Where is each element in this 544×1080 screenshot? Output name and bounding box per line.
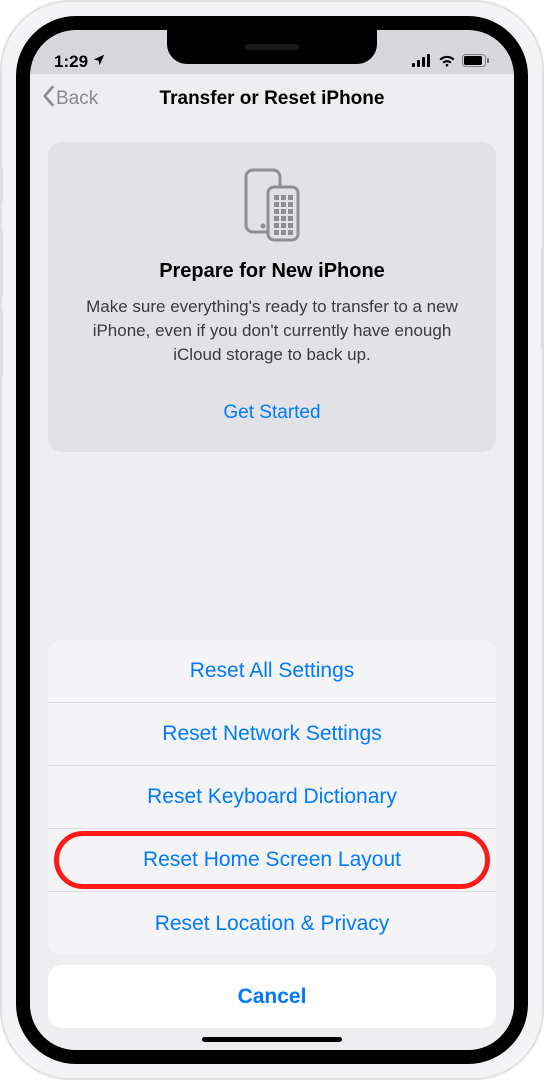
home-indicator[interactable] bbox=[202, 1037, 342, 1042]
status-time: 1:29 bbox=[54, 52, 88, 72]
chevron-left-icon bbox=[40, 85, 56, 113]
sheet-item-label: Reset Network Settings bbox=[162, 722, 381, 746]
sheet-item-label: Reset Location & Privacy bbox=[155, 912, 390, 936]
reset-keyboard-dictionary-item[interactable]: Reset Keyboard Dictionary bbox=[48, 766, 496, 829]
location-arrow-icon bbox=[92, 52, 106, 72]
navigation-bar: Back Transfer or Reset iPhone bbox=[30, 74, 514, 124]
volume-up-button bbox=[0, 230, 3, 296]
reset-network-settings-item[interactable]: Reset Network Settings bbox=[48, 703, 496, 766]
card-title: Prepare for New iPhone bbox=[68, 260, 476, 283]
sheet-item-label: Reset Keyboard Dictionary bbox=[147, 785, 397, 809]
devices-icon bbox=[68, 168, 476, 242]
sheet-item-label: Reset Home Screen Layout bbox=[143, 848, 401, 872]
silence-switch bbox=[0, 168, 3, 202]
action-sheet: Reset All Settings Reset Network Setting… bbox=[48, 640, 496, 1028]
iphone-frame: 1:29 bbox=[0, 0, 544, 1080]
back-label: Back bbox=[56, 88, 98, 110]
prepare-card: Prepare for New iPhone Make sure everyth… bbox=[48, 142, 496, 452]
cancel-button[interactable]: Cancel bbox=[48, 965, 496, 1028]
battery-icon bbox=[462, 52, 490, 72]
wifi-icon bbox=[438, 52, 456, 72]
back-button[interactable]: Back bbox=[30, 85, 98, 113]
sheet-item-label: Reset All Settings bbox=[190, 659, 355, 683]
reset-location-privacy-item[interactable]: Reset Location & Privacy bbox=[48, 892, 496, 955]
card-description: Make sure everything's ready to transfer… bbox=[68, 295, 476, 366]
page-title: Transfer or Reset iPhone bbox=[160, 88, 385, 110]
get-started-link[interactable]: Get Started bbox=[68, 402, 476, 424]
cellular-signal-icon bbox=[412, 52, 432, 72]
cancel-label: Cancel bbox=[238, 985, 307, 1009]
volume-down-button bbox=[0, 310, 3, 376]
reset-all-settings-item[interactable]: Reset All Settings bbox=[48, 640, 496, 703]
reset-home-screen-layout-item[interactable]: Reset Home Screen Layout bbox=[48, 829, 496, 892]
notch bbox=[167, 30, 377, 64]
